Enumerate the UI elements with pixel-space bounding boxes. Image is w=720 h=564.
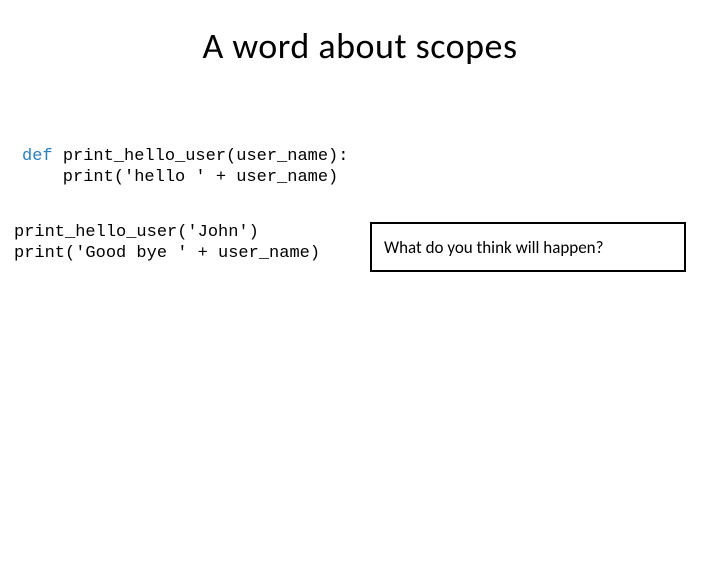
question-callout: What do you think will happen? <box>370 222 686 272</box>
keyword-def: def <box>22 147 63 166</box>
slide-title: A word about scopes <box>0 24 720 68</box>
call-line-1: print_hello_user('John') <box>14 223 259 242</box>
def-body: print('hello ' + user_name) <box>22 168 338 187</box>
code-function-def: def print_hello_user(user_name): print('… <box>22 146 348 189</box>
call-line-2: print('Good bye ' + user_name) <box>14 244 320 263</box>
callout-text: What do you think will happen? <box>384 237 604 258</box>
code-calls: print_hello_user('John') print('Good bye… <box>14 222 320 265</box>
def-signature: print_hello_user(user_name): <box>63 147 349 166</box>
